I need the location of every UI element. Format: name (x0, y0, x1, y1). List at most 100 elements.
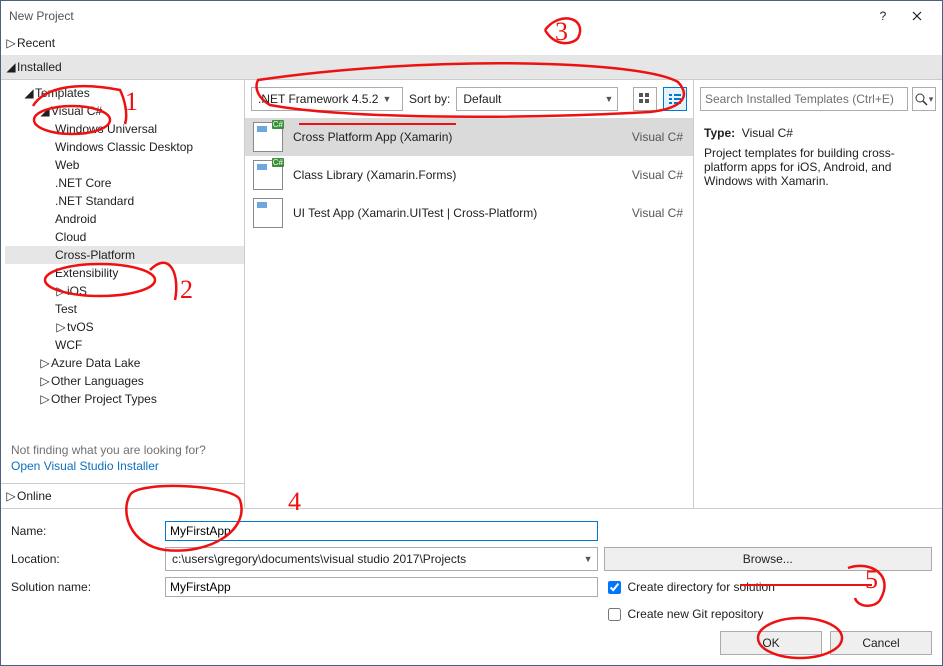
templates-tree[interactable]: ◢ Templates ◢ Visual C# Windows Universa… (1, 84, 244, 437)
framework-combo[interactable]: .NET Framework 4.5.2 ▼ (251, 87, 403, 111)
section-recent[interactable]: ▷ Recent (1, 31, 942, 55)
chevron-right-icon: ▷ (39, 390, 51, 408)
tree-item-label: Other Languages (51, 372, 144, 390)
tree-item[interactable]: .NET Core (5, 174, 244, 192)
tree-item[interactable]: ▷tvOS (5, 318, 244, 336)
tree-item-label: Cross-Platform (55, 246, 135, 264)
template-name: Class Library (Xamarin.Forms) (293, 168, 622, 182)
filter-bar: .NET Framework 4.5.2 ▼ Sort by: Default … (245, 80, 693, 118)
chevron-down-icon: ▼ (584, 554, 593, 564)
create-dir-check[interactable] (608, 581, 621, 594)
chevron-down-icon: ▼ (382, 94, 391, 104)
tree-item-label: Windows Universal (55, 120, 157, 138)
sortby-combo[interactable]: Default ▼ (456, 87, 618, 111)
chevron-right-icon: ▷ (5, 36, 17, 50)
tree-item[interactable]: Windows Universal (5, 120, 244, 138)
tree-item[interactable]: ▷Azure Data Lake (5, 354, 244, 372)
info-description: Project templates for building cross-pla… (704, 146, 932, 188)
tree-item[interactable]: .NET Standard (5, 192, 244, 210)
tree-item[interactable]: Test (5, 300, 244, 318)
tree-item[interactable]: ▷iOS (5, 282, 244, 300)
open-installer-link[interactable]: Open Visual Studio Installer (1, 459, 244, 483)
create-git-check[interactable] (608, 608, 621, 621)
tree-item[interactable]: Web (5, 156, 244, 174)
view-small-icons[interactable] (663, 87, 687, 111)
location-label: Location: (11, 552, 159, 566)
search-input[interactable]: Search Installed Templates (Ctrl+E) (700, 87, 908, 111)
main-body: ◢ Templates ◢ Visual C# Windows Universa… (1, 79, 942, 508)
view-medium-icons[interactable] (633, 87, 657, 111)
tree-item-label: Test (55, 300, 77, 318)
chevron-down-icon: ◢ (39, 102, 51, 120)
section-online[interactable]: ▷ Online (1, 483, 244, 508)
tree-item-label: Other Project Types (51, 390, 157, 408)
list-icon (669, 93, 681, 105)
tree-item-label: Windows Classic Desktop (55, 138, 193, 156)
tree-item-label: .NET Core (55, 174, 111, 192)
search-placeholder: Search Installed Templates (Ctrl+E) (705, 92, 894, 106)
sortby-label: Sort by: (409, 92, 450, 106)
cancel-label: Cancel (862, 636, 899, 650)
right-pane: Search Installed Templates (Ctrl+E) ▾ Ty… (694, 80, 942, 508)
name-input[interactable] (165, 521, 598, 541)
tree-item-label: .NET Standard (55, 192, 134, 210)
solution-name-input[interactable] (165, 577, 598, 597)
bottom-form: Name: Location: c:\users\gregory\documen… (1, 508, 942, 665)
tree-visual-csharp[interactable]: ◢ Visual C# (5, 102, 244, 120)
template-name: UI Test App (Xamarin.UITest | Cross-Plat… (293, 206, 622, 220)
template-list[interactable]: C# Cross Platform App (Xamarin) Visual C… (245, 118, 693, 508)
tree-item-cross-platform[interactable]: Cross-Platform (5, 246, 244, 264)
chevron-right-icon: ▷ (39, 372, 51, 390)
left-pane: ◢ Templates ◢ Visual C# Windows Universa… (1, 80, 245, 508)
location-value: c:\users\gregory\documents\visual studio… (172, 552, 580, 566)
create-dir-checkbox[interactable]: Create directory for solution (604, 578, 933, 597)
ok-button[interactable]: OK (720, 631, 822, 655)
tree-item[interactable]: Android (5, 210, 244, 228)
location-combo[interactable]: c:\users\gregory\documents\visual studio… (165, 547, 598, 571)
chevron-down-icon: ▾ (929, 94, 934, 105)
framework-value: .NET Framework 4.5.2 (258, 92, 378, 106)
close-button[interactable] (900, 5, 934, 27)
template-lang: Visual C# (632, 168, 683, 182)
template-lang: Visual C# (632, 130, 683, 144)
tree-item[interactable]: ▷Other Languages (5, 372, 244, 390)
create-git-label: Create new Git repository (628, 607, 764, 621)
tree-item-label: tvOS (67, 318, 94, 336)
cancel-button[interactable]: Cancel (830, 631, 932, 655)
chevron-down-icon: ◢ (5, 60, 17, 74)
help-button[interactable]: ? (866, 5, 900, 27)
not-finding-text: Not finding what you are looking for? (1, 437, 244, 459)
solution-name-label: Solution name: (11, 580, 159, 594)
template-icon: C# (253, 122, 283, 152)
section-recent-label: Recent (17, 36, 55, 50)
tree-item[interactable]: Windows Classic Desktop (5, 138, 244, 156)
tree-item[interactable]: Cloud (5, 228, 244, 246)
tree-item[interactable]: WCF (5, 336, 244, 354)
chevron-right-icon: ▷ (55, 318, 67, 336)
create-git-checkbox[interactable]: Create new Git repository (604, 605, 933, 624)
template-item[interactable]: C# Class Library (Xamarin.Forms) Visual … (245, 156, 693, 194)
tree-label: Visual C# (51, 102, 102, 120)
search-button[interactable]: ▾ (912, 87, 936, 111)
browse-button[interactable]: Browse... (604, 547, 933, 571)
sortby-value: Default (463, 92, 600, 106)
search-row: Search Installed Templates (Ctrl+E) ▾ (694, 80, 942, 118)
create-dir-label: Create directory for solution (628, 580, 775, 594)
tree-label: Templates (35, 84, 90, 102)
section-installed[interactable]: ◢ Installed (1, 55, 942, 79)
browse-label: Browse... (743, 552, 793, 566)
tree-item[interactable]: ▷Other Project Types (5, 390, 244, 408)
chevron-right-icon: ▷ (39, 354, 51, 372)
close-icon (912, 11, 922, 21)
chevron-down-icon: ◢ (23, 84, 35, 102)
chevron-down-icon: ▼ (604, 94, 613, 104)
template-item[interactable]: UI Test App (Xamarin.UITest | Cross-Plat… (245, 194, 693, 232)
tree-item-label: Cloud (55, 228, 86, 246)
tree-templates[interactable]: ◢ Templates (5, 84, 244, 102)
tree-item-label: iOS (67, 282, 87, 300)
template-item-selected[interactable]: C# Cross Platform App (Xamarin) Visual C… (245, 118, 693, 156)
info-type-value: Visual C# (742, 126, 793, 140)
section-installed-label: Installed (17, 60, 62, 74)
tree-item[interactable]: Extensibility (5, 264, 244, 282)
template-name: Cross Platform App (Xamarin) (293, 130, 622, 144)
